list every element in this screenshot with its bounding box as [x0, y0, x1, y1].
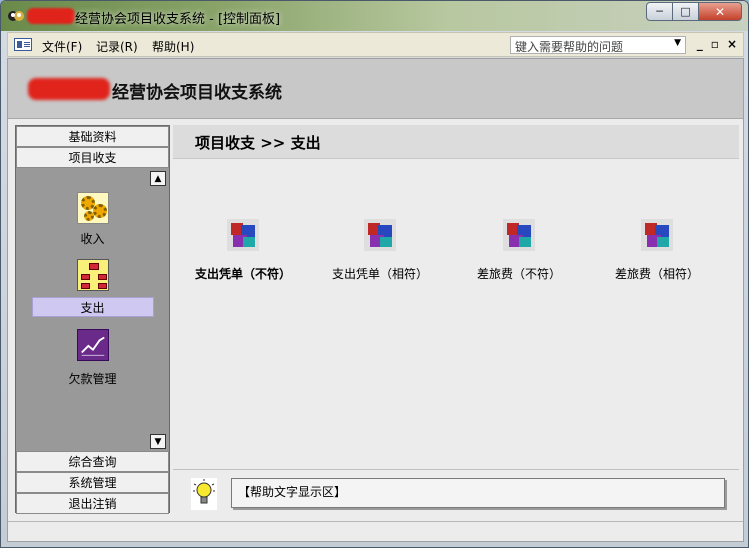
menu-bar: 文件(F) 记录(R) 帮助(H) 键入需要帮助的问题 ▼ _ ▫ ×	[7, 32, 744, 57]
window-title: 经营协会项目收支系统 - [控制面板]	[75, 12, 281, 27]
action-expense-voucher-mismatch[interactable]: 支出凭单（不符）	[178, 219, 308, 282]
action-travel-mismatch[interactable]: 差旅费（不符）	[454, 219, 584, 282]
help-search-input[interactable]: 键入需要帮助的问题 ▼	[510, 36, 686, 54]
nav-tab-logout[interactable]: 退出注销	[16, 493, 169, 514]
cubes-icon	[641, 219, 673, 251]
help-search-placeholder: 键入需要帮助的问题	[515, 40, 624, 54]
nav-entry-arrears[interactable]: 欠款管理	[16, 329, 169, 387]
org-chart-icon	[76, 259, 109, 291]
redacted-region	[28, 78, 110, 100]
dropdown-arrow-icon[interactable]: ▼	[674, 38, 681, 48]
app-window: 经营协会项目收支系统 - [控制面板] ─ □ ✕ 文件(F) 记录(R) 帮助…	[0, 0, 749, 548]
cubes-icon	[227, 219, 259, 251]
nav-entry-expense[interactable]: 支出	[16, 259, 169, 317]
control-panel-form: 经营协会项目收支系统 基础资料 项目收支 ▲ 收入 支出 欠款管理 ▼ 综合查询…	[7, 58, 744, 542]
nav-tab-system[interactable]: 系统管理	[16, 472, 169, 493]
nav-entry-label: 欠款管理	[68, 372, 117, 386]
status-bar	[8, 521, 743, 541]
trend-chart-icon	[76, 329, 109, 361]
menu-record[interactable]: 记录(R)	[96, 38, 138, 55]
action-label: 差旅费（不符）	[476, 267, 561, 281]
action-label: 支出凭单（不符）	[194, 267, 291, 281]
scroll-up-button[interactable]: ▲	[150, 171, 166, 186]
app-icon	[8, 11, 24, 21]
form-icon[interactable]	[14, 38, 32, 51]
nav-tab-basic-data[interactable]: 基础资料	[16, 126, 169, 147]
header-band: 经营协会项目收支系统	[8, 59, 743, 119]
mdi-restore-button[interactable]: ▫	[711, 37, 719, 51]
lightbulb-icon	[191, 478, 217, 510]
gears-icon	[76, 192, 109, 224]
action-label: 支出凭单（相符）	[331, 267, 428, 281]
action-expense-voucher-match[interactable]: 支出凭单（相符）	[315, 219, 445, 282]
scroll-down-button[interactable]: ▼	[150, 434, 166, 449]
action-travel-match[interactable]: 差旅费（相符）	[592, 219, 722, 282]
help-bar: 【帮助文字显示区】	[173, 469, 739, 517]
cubes-icon	[503, 219, 535, 251]
mdi-minimize-button[interactable]: _	[697, 37, 703, 51]
help-text-area: 【帮助文字显示区】	[231, 478, 725, 508]
menu-file[interactable]: 文件(F)	[42, 38, 82, 55]
nav-entry-label: 支出	[31, 297, 154, 317]
cubes-icon	[364, 219, 396, 251]
title-bar[interactable]: 经营协会项目收支系统 - [控制面板] ─ □ ✕	[1, 1, 748, 31]
mdi-close-button[interactable]: ×	[727, 37, 737, 51]
menu-help[interactable]: 帮助(H)	[152, 38, 194, 55]
breadcrumb-text: 项目收支 >> 支出	[195, 134, 321, 152]
system-title: 经营协会项目收支系统	[112, 83, 282, 103]
close-button[interactable]: ✕	[698, 2, 742, 21]
nav-entry-income[interactable]: 收入	[16, 192, 169, 247]
nav-tab-project-finance[interactable]: 项目收支	[16, 147, 169, 168]
minimize-button[interactable]: ─	[646, 2, 673, 21]
action-label: 差旅费（相符）	[614, 267, 699, 281]
nav-tab-query[interactable]: 综合查询	[16, 451, 169, 472]
breadcrumb: 项目收支 >> 支出	[173, 125, 739, 159]
redacted-region	[27, 8, 75, 24]
maximize-button[interactable]: □	[672, 2, 699, 21]
nav-entry-label: 收入	[80, 232, 105, 246]
navigation-panel: 基础资料 项目收支 ▲ 收入 支出 欠款管理 ▼ 综合查询 系统管理 退出注销	[15, 125, 170, 514]
